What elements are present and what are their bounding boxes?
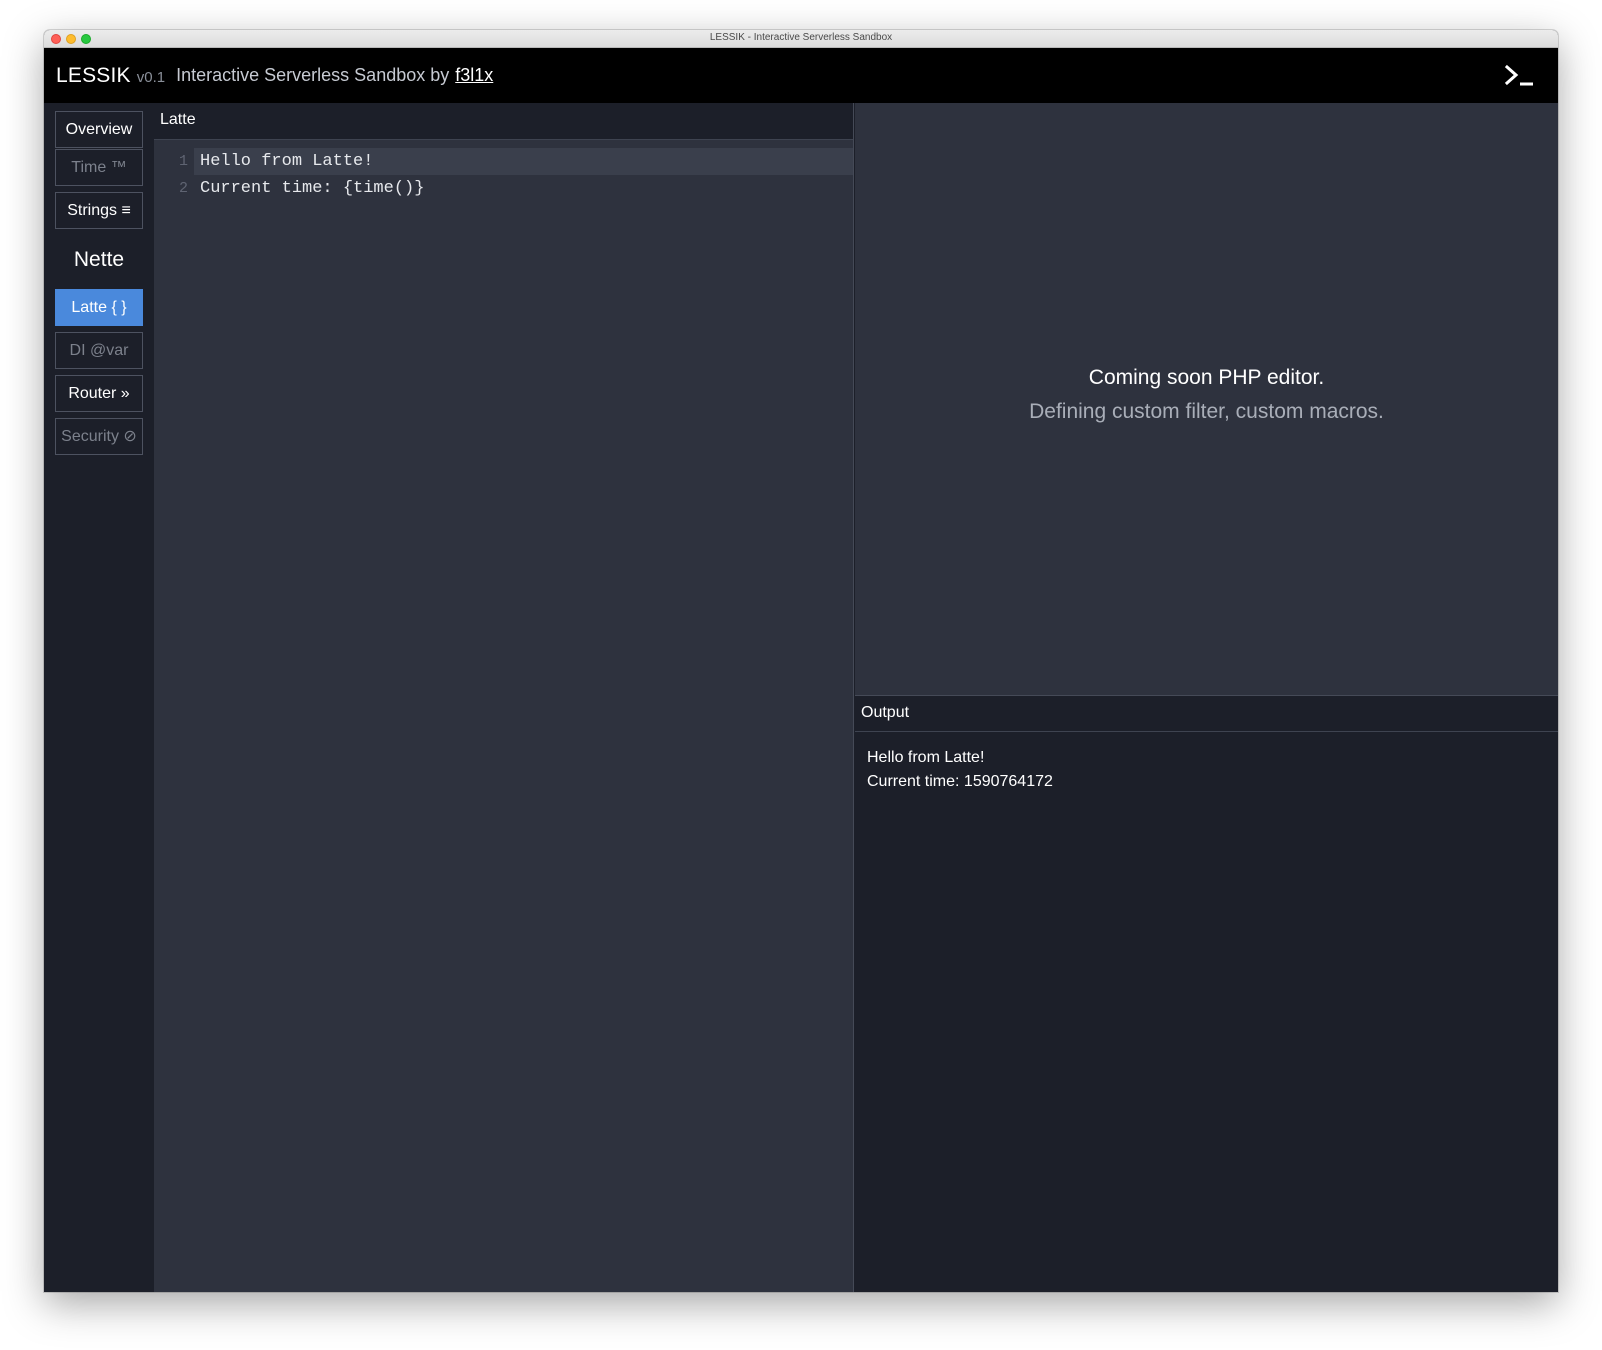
code-line[interactable]: 1 Hello from Latte!: [179, 148, 853, 175]
output-title: Output: [855, 696, 1558, 732]
output-line: Hello from Latte!: [867, 749, 985, 766]
code-line[interactable]: 2 Current time: {time()}: [154, 175, 853, 202]
php-editor-placeholder: Coming soon PHP editor. Defining custom …: [855, 103, 1558, 696]
tagline: Interactive Serverless Sandbox by: [176, 65, 450, 85]
app-header: LESSIK v0.1 Interactive Serverless Sandb…: [44, 48, 1558, 103]
sidebar-section-nette: Nette: [73, 248, 125, 271]
output-body: Hello from Latte! Current time: 15907641…: [855, 732, 1558, 808]
php-message-title: Coming soon PHP editor.: [1088, 366, 1325, 389]
line-number: 1: [178, 153, 188, 170]
php-message-subtitle: Defining custom filter, custom macros.: [1029, 400, 1384, 423]
editor-title: Latte: [154, 103, 853, 140]
window-titlebar: LESSIK - Interactive Serverless Sandbox: [44, 30, 1558, 48]
sidebar-item-security[interactable]: Security ⊘: [55, 418, 143, 455]
sidebar-item-latte[interactable]: Latte { }: [55, 289, 143, 326]
code-text[interactable]: Current time: {time()}: [194, 179, 424, 198]
sidebar-item-di[interactable]: DI @var: [55, 332, 143, 369]
window-title: LESSIK - Interactive Serverless Sandbox: [709, 32, 893, 43]
sidebar-item-overview[interactable]: Overview: [55, 111, 143, 148]
app-window: LESSIK - Interactive Serverless Sandbox …: [44, 30, 1558, 1292]
sidebar-item-time[interactable]: Time ™: [55, 149, 143, 186]
line-number: 2: [178, 180, 188, 197]
terminal-icon[interactable]: [1504, 64, 1536, 88]
sidebar-item-router[interactable]: Router »: [55, 375, 143, 412]
brand-name: LESSIK: [56, 63, 131, 87]
code-text[interactable]: Hello from Latte!: [194, 152, 373, 171]
output-panel: Output Hello from Latte! Current time: 1…: [855, 696, 1558, 1292]
sidebar: Overview Time ™ Strings ≡ Nette Latte { …: [44, 103, 154, 1292]
author-link[interactable]: f3l1x: [455, 65, 493, 86]
output-line: Current time: 1590764172: [867, 773, 1053, 790]
version-label: v0.1: [136, 69, 166, 86]
latte-editor[interactable]: Latte 1 Hello from Latte! 2 Current time…: [154, 103, 854, 1292]
php-message: Coming soon PHP editor. Defining custom …: [855, 366, 1558, 424]
sidebar-item-strings[interactable]: Strings ≡: [55, 192, 143, 229]
code-area[interactable]: 1 Hello from Latte! 2 Current time: {tim…: [154, 140, 853, 202]
